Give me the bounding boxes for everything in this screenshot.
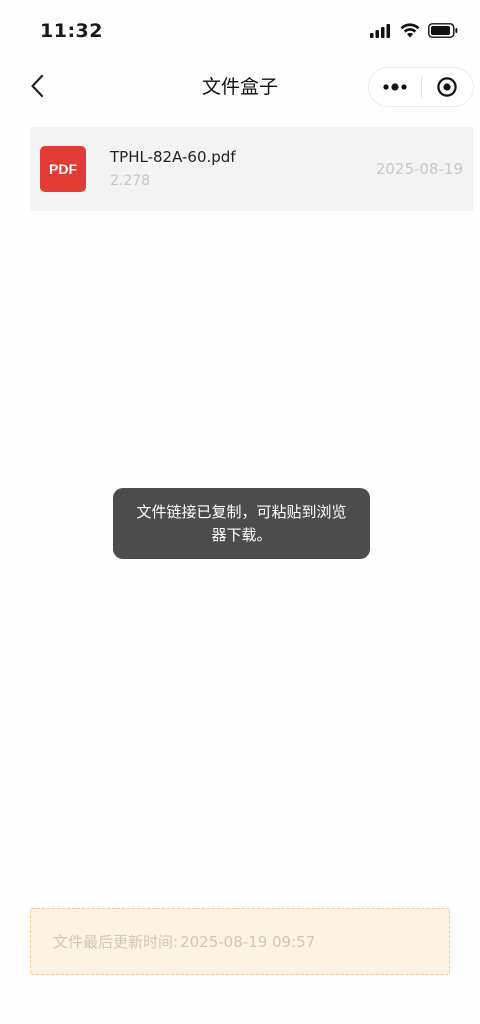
toast-message: 文件链接已复制，可粘贴到浏览器下载。	[113, 488, 370, 559]
file-list-item[interactable]: PDF TPHL-82A-60.pdf 2.278 2025-08-19	[30, 127, 473, 211]
update-time-value: 2025-08-19 09:57	[180, 932, 316, 951]
close-target-icon	[437, 77, 457, 97]
status-icons	[370, 23, 458, 38]
file-name: TPHL-82A-60.pdf	[110, 148, 236, 166]
more-button[interactable]	[369, 68, 421, 106]
file-date: 2025-08-19	[375, 160, 463, 178]
cellular-signal-icon	[370, 23, 390, 38]
nav-bar: 文件盒子	[0, 62, 480, 110]
status-bar: 11:32	[0, 0, 480, 62]
status-time: 11:32	[40, 20, 103, 42]
close-button[interactable]	[422, 68, 474, 106]
update-time-notice: 文件最后更新时间: 2025-08-19 09:57	[30, 908, 450, 975]
mini-program-capsule	[368, 67, 474, 107]
pdf-file-icon: PDF	[40, 146, 86, 192]
file-size: 2.278	[110, 173, 151, 189]
update-time-label: 文件最后更新时间:	[53, 933, 179, 951]
battery-icon	[428, 23, 458, 38]
wifi-icon	[400, 23, 420, 38]
more-dots-icon	[383, 83, 407, 91]
